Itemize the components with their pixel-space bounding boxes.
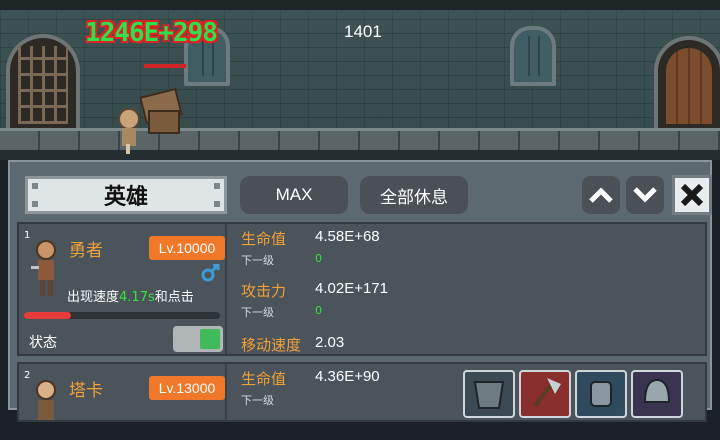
hp-value: 4.58E+68 (315, 228, 380, 245)
appear-speed-text: 出现速度4.17s和点击 (67, 290, 194, 305)
armor-skill-icon[interactable] (463, 370, 515, 418)
level-badge: Lv.10000 (149, 236, 225, 260)
hero-name: 勇者 (69, 241, 103, 260)
move-speed-label: 移动速度 (241, 337, 302, 354)
tab-heroes-label: 英雄 (103, 184, 148, 209)
appear-speed-value: 4.17s (119, 290, 155, 305)
enemy-health-bar (144, 64, 186, 68)
attack-label: 攻击力 (241, 283, 287, 300)
hero-portrait (31, 240, 56, 296)
hp-next-value: 0 (315, 252, 322, 265)
hero-health-bar (24, 312, 220, 319)
move-speed-value: 2.03 (315, 334, 345, 351)
gauntlet-skill-icon[interactable] (575, 370, 627, 418)
hp-value: 4.36E+90 (315, 368, 380, 385)
max-button[interactable]: MAX (240, 176, 348, 214)
hero-card: 1 勇者 Lv.10000 出现速度4.17s和点击 状态 生命值 4.58E+… (17, 222, 707, 356)
attack-next-value: 0 (315, 304, 322, 317)
scroll-up-button[interactable] (582, 176, 620, 214)
hp-label: 生命值 (241, 231, 287, 248)
tab-heroes[interactable]: 英雄 (25, 176, 227, 214)
chevron-up-icon (589, 187, 613, 203)
close-button[interactable] (672, 175, 712, 215)
barred-door-left (6, 34, 80, 132)
helmet-skill-icon[interactable] (631, 370, 683, 418)
wooden-door-right (654, 36, 720, 132)
state-toggle[interactable] (173, 326, 223, 352)
hp-next-label: 下一级 (241, 394, 274, 407)
hero-card: 2 塔卡 Lv.13000 生命值 4.36E+90 下一级 (17, 362, 707, 422)
dungeon-ceiling (0, 0, 720, 10)
hero-sprite (112, 108, 146, 154)
chevron-down-icon (633, 187, 657, 203)
hero-name: 塔卡 (69, 381, 103, 400)
level-badge: Lv.13000 (149, 376, 225, 400)
rest-all-button[interactable]: 全部休息 (360, 176, 468, 214)
state-label: 状态 (29, 335, 57, 351)
stage-counter: 1401 (344, 22, 382, 41)
hp-next-label: 下一级 (241, 254, 274, 267)
male-gender-icon (201, 264, 220, 282)
dungeon-window-right (510, 26, 556, 86)
attack-next-label: 下一级 (241, 306, 274, 319)
damage-popup: 1246E+298 (85, 18, 218, 48)
hero-portrait (36, 380, 56, 420)
scroll-down-button[interactable] (626, 176, 664, 214)
game-scene: 1246E+298 1401 (0, 0, 720, 160)
axe-skill-icon[interactable] (519, 370, 571, 418)
close-icon (680, 183, 704, 207)
hp-label: 生命值 (241, 371, 287, 388)
attack-value: 4.02E+171 (315, 280, 388, 297)
